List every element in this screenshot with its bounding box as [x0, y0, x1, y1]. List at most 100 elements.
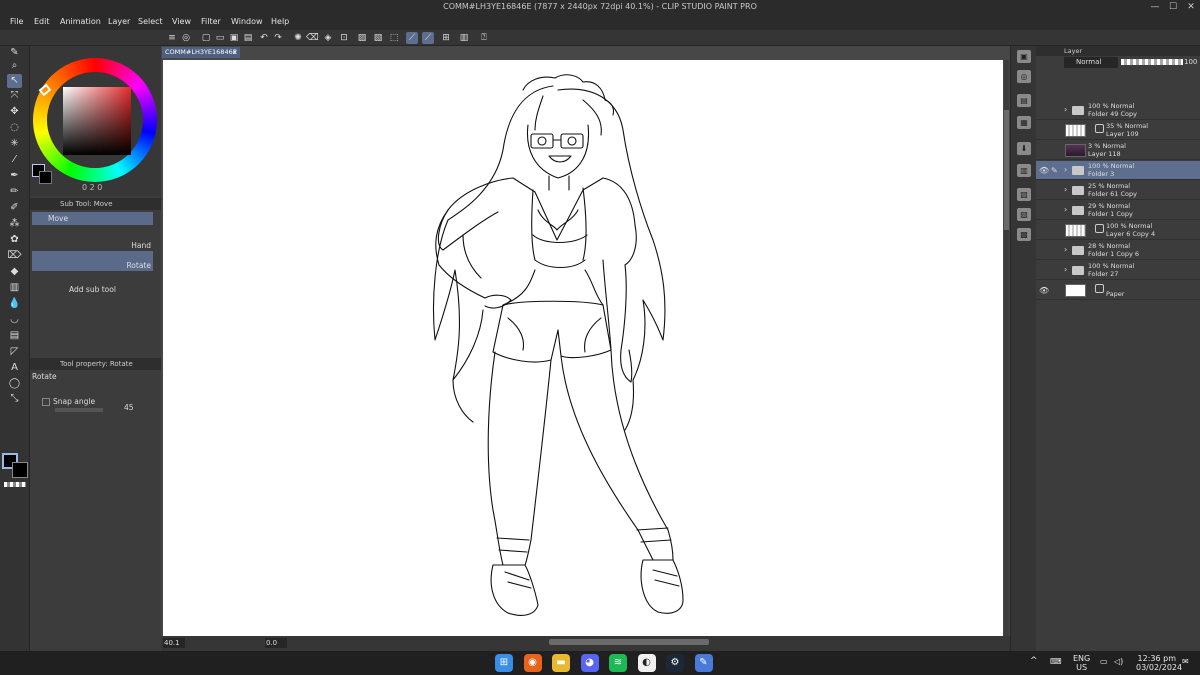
material-icon[interactable]: ⬇ — [1017, 142, 1031, 155]
clock[interactable]: 12:36 pm 03/02/2024 — [1136, 654, 1182, 672]
gradient-tool-icon[interactable]: ▥ — [7, 281, 22, 295]
redo-icon[interactable]: ↷ — [272, 32, 284, 44]
snap-special-ruler-icon[interactable]: ⟋ — [422, 32, 434, 44]
pen-tool-icon[interactable]: ✎ — [7, 46, 22, 60]
visibility-eye-icon[interactable]: 👁 — [1039, 286, 1049, 295]
canvas-page[interactable] — [163, 60, 1003, 636]
fill-icon[interactable]: ◈ — [322, 32, 334, 44]
expand-folder-icon[interactable]: › — [1064, 105, 1067, 114]
discord-icon[interactable]: ◕ — [580, 654, 599, 672]
layer-row[interactable]: › 25 % Normal Folder 61 Copy — [1036, 181, 1200, 200]
menu-help[interactable]: Help — [271, 17, 289, 26]
clip-studio-icon[interactable]: ◎ — [180, 32, 192, 44]
menu-window[interactable]: Window — [231, 17, 263, 26]
sub-view-icon[interactable]: ▩ — [1017, 228, 1031, 241]
close-tab-icon[interactable]: x — [233, 47, 237, 58]
ask-icon[interactable]: ⍰ — [478, 32, 490, 44]
pen-icon[interactable]: ✒ — [7, 169, 22, 183]
file-explorer-icon[interactable]: ▬ — [552, 654, 570, 672]
auto-action-icon[interactable]: ▥ — [1017, 164, 1031, 177]
menu-select[interactable]: Select — [138, 17, 163, 26]
layer-property-icon[interactable]: ▤ — [1017, 94, 1031, 107]
menu-animation[interactable]: Animation — [60, 17, 101, 26]
add-sub-tool-button[interactable]: Add sub tool — [32, 285, 153, 295]
subtool-hand[interactable]: Hand — [32, 231, 153, 251]
menu-toggle-icon[interactable]: ≡ — [166, 32, 178, 44]
pencil-tool-icon[interactable]: ✏ — [7, 185, 22, 199]
maximize-button[interactable]: ☐ — [1166, 1, 1180, 14]
close-button[interactable]: ✕ — [1184, 1, 1198, 14]
clear-icon[interactable]: ⌫ — [306, 32, 319, 44]
frame-border-tool-icon[interactable]: ▤ — [7, 329, 22, 343]
language-indicator[interactable]: ENG US — [1073, 654, 1090, 672]
expand-folder-icon[interactable]: › — [1064, 245, 1067, 254]
subtool-rotate[interactable]: Rotate — [32, 251, 153, 271]
fill-tool-icon[interactable]: ◆ — [7, 265, 22, 279]
keyboard-icon[interactable]: ⌨ — [1050, 657, 1062, 666]
brush-tool-icon[interactable]: ✐ — [7, 201, 22, 215]
invert-selection-icon[interactable]: ▧ — [372, 32, 384, 44]
zoom-tool-icon[interactable]: ⌕ — [7, 59, 22, 73]
history-icon[interactable]: ▦ — [1017, 116, 1031, 129]
text-tool-icon[interactable]: A — [7, 361, 22, 375]
volume-icon[interactable]: ◁) — [1114, 657, 1123, 666]
rotation-angle-field[interactable]: 0.0 — [265, 638, 287, 648]
visibility-eye-icon[interactable]: 👁 — [1039, 166, 1049, 175]
transform-icon[interactable]: ⊡ — [338, 32, 350, 44]
blend-mode-select[interactable]: Normal — [1064, 57, 1118, 68]
figure-tool-icon[interactable]: ◡ — [7, 313, 22, 327]
open-file-icon[interactable]: ▭ — [214, 32, 226, 44]
transparent-color-swatch[interactable] — [4, 482, 26, 487]
expand-folder-icon[interactable]: › — [1064, 205, 1067, 214]
expand-folder-icon[interactable]: › — [1064, 165, 1067, 174]
layer-row[interactable]: 100 % Normal Layer 6 Copy 4 — [1036, 221, 1200, 240]
notification-icon[interactable]: ✉ — [1182, 657, 1189, 666]
balloon-tool-icon[interactable]: ◯ — [7, 377, 22, 391]
clip-studio-paint-icon[interactable]: ✎ — [694, 654, 713, 672]
opacity-slider[interactable] — [1121, 59, 1183, 65]
ruler-tool-icon[interactable]: ◸ — [7, 345, 22, 359]
deselect-icon[interactable]: ▨ — [356, 32, 368, 44]
opacity-value[interactable]: 100 — [1184, 58, 1197, 66]
horizontal-scrollbar[interactable] — [549, 639, 709, 645]
steam-icon[interactable]: ⚙ — [666, 654, 684, 672]
eraser-tool-icon[interactable]: ⌦ — [7, 249, 22, 263]
blend-tool-icon[interactable]: 💧 — [7, 297, 22, 311]
snap-ruler-icon[interactable]: ⟋ — [406, 32, 418, 44]
selection-area-icon[interactable]: ⬚ — [388, 32, 400, 44]
layer-row[interactable]: › 29 % Normal Folder 1 Copy — [1036, 201, 1200, 220]
decoration-tool-icon[interactable]: ✿ — [7, 233, 22, 247]
layer-row[interactable]: › 100 % Normal Folder 49 Copy — [1036, 101, 1200, 120]
menu-view[interactable]: View — [172, 17, 191, 26]
airbrush-tool-icon[interactable]: ⁂ — [7, 217, 22, 231]
layer-row[interactable]: › 100 % Normal Folder 27 — [1036, 261, 1200, 280]
snap-angle-value[interactable]: 45 — [124, 403, 134, 412]
expand-folder-icon[interactable]: › — [1064, 185, 1067, 194]
snap-angle-slider[interactable] — [55, 408, 103, 412]
sub-color-chip[interactable] — [39, 171, 52, 184]
magic-wand-tool-icon[interactable]: ✳ — [7, 137, 22, 151]
layer-row[interactable]: 👁 Paper — [1036, 281, 1200, 300]
move-layer-tool-icon[interactable]: ✥ — [7, 105, 22, 119]
save-icon[interactable]: ▣ — [228, 32, 240, 44]
navigator-icon[interactable]: ▣ — [1017, 50, 1031, 63]
menu-filter[interactable]: Filter — [201, 17, 221, 26]
expand-folder-icon[interactable]: › — [1064, 265, 1067, 274]
layer-row[interactable]: › 28 % Normal Folder 1 Copy 6 — [1036, 241, 1200, 260]
layer-row[interactable]: 👁 ✎ › 100 % Normal Folder 3 — [1036, 161, 1200, 180]
network-icon[interactable]: ▭ — [1100, 657, 1108, 666]
saturation-value-square[interactable] — [63, 87, 131, 155]
menu-layer[interactable]: Layer — [108, 17, 130, 26]
new-file-icon[interactable]: ▢ — [200, 32, 212, 44]
operation-tool-icon[interactable]: ⤧ — [7, 89, 22, 103]
device-settings-icon[interactable]: ▥ — [458, 32, 470, 44]
clip-studio-icon[interactable]: ◐ — [637, 654, 656, 672]
export-icon[interactable]: ▤ — [242, 32, 254, 44]
item-bank-icon[interactable]: ▧ — [1017, 188, 1031, 201]
show-hidden-icons-icon[interactable]: ^ — [1030, 657, 1038, 666]
snap-grid-icon[interactable]: ⊞ — [440, 32, 452, 44]
vertical-scrollbar[interactable] — [1004, 60, 1009, 636]
layer-row[interactable]: 35 % Normal Layer 109 — [1036, 121, 1200, 140]
eyedropper-tool-icon[interactable]: ⁄ — [7, 153, 22, 167]
spotify-icon[interactable]: ≋ — [609, 654, 627, 672]
